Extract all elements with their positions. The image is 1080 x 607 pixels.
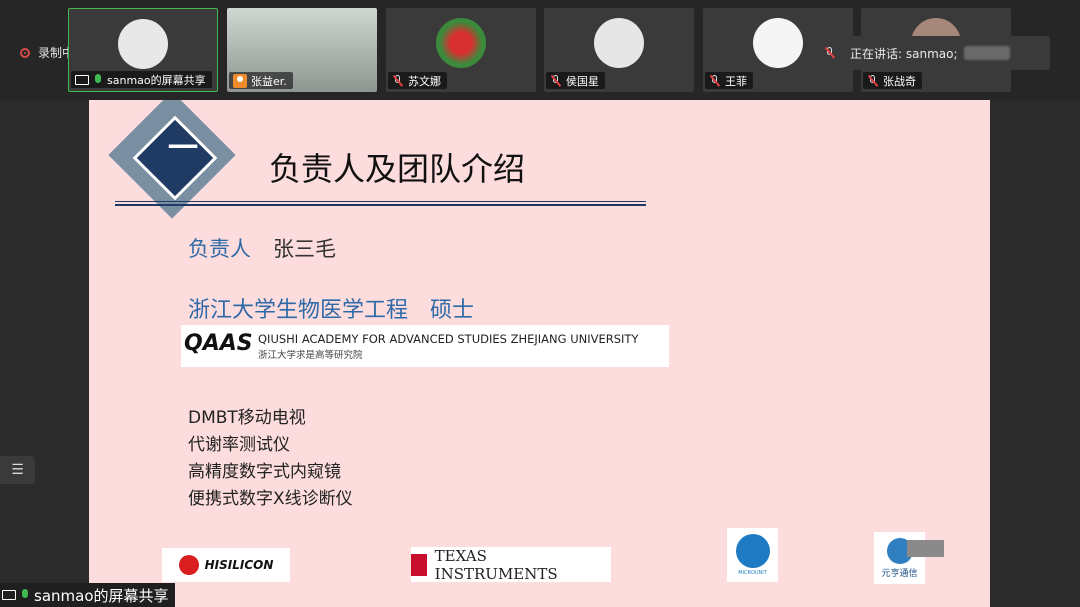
slide-title: 负责人及团队介绍: [269, 150, 526, 188]
hisilicon-text: HISILICON: [204, 558, 274, 572]
section-number: 一: [168, 131, 198, 166]
title-divider-thick: [115, 204, 646, 206]
university-line: 浙江大学生物医学工程 硕士: [188, 298, 475, 323]
person-icon: [233, 73, 247, 88]
mic-muted-icon: [867, 74, 879, 87]
participant-name: 王菲: [725, 74, 747, 88]
shared-slide: 一 负责人及团队介绍 负责人 张三毛 浙江大学生物医学工程 硕士 QAAS QIU…: [89, 100, 990, 607]
redacted-name: [963, 46, 1010, 60]
mic-on-icon: [93, 73, 103, 86]
project-item: DMBT移动电视: [188, 408, 306, 428]
leader-label: 负责人: [188, 237, 251, 261]
ti-text: TEXAS INSTRUMENTS: [434, 546, 558, 583]
participant-label: 侯国星: [546, 72, 605, 89]
participant-label: 张益er.: [229, 72, 293, 89]
hisilicon-mark-icon: [178, 555, 199, 575]
yuanheng-text: 元亨通信: [881, 568, 918, 579]
ti-mark-icon: [411, 553, 427, 576]
microunit-mark-icon: [735, 534, 770, 568]
leader-name: 张三毛: [273, 237, 336, 261]
list-icon[interactable]: ☰: [0, 456, 35, 484]
title-divider: [115, 201, 646, 202]
speaking-indicator: 正在讲话: sanmao;: [812, 36, 1050, 70]
project-item: 高精度数字式内窥镜: [188, 462, 341, 482]
participant-label: 王菲: [705, 72, 753, 89]
mic-muted-icon: [550, 74, 562, 87]
mic-on-icon: [20, 589, 30, 601]
screen-share-icon: [75, 74, 89, 85]
participant-label: 苏文娜: [388, 72, 447, 89]
microunit-logo: MICROUNIT: [727, 528, 778, 582]
recording-indicator[interactable]: 录制中: [20, 44, 74, 61]
mic-muted-icon: [392, 74, 404, 87]
speaking-label: 正在讲话: sanmao;: [850, 46, 958, 61]
participant-name: 苏文娜: [408, 74, 441, 88]
redaction-block: [907, 540, 944, 557]
leader-line: 负责人 张三毛: [188, 233, 336, 263]
participant-tile-houguoxing[interactable]: 侯国星: [544, 8, 694, 92]
project-item: 便携式数字X线诊断仪: [188, 489, 353, 509]
qaas-banner: QAAS QIUSHI ACADEMY FOR ADVANCED STUDIES…: [181, 325, 669, 367]
share-status-label: sanmao的屏幕共享: [0, 583, 175, 607]
participant-name: 张益er.: [251, 74, 287, 88]
participant-name: sanmao的屏幕共享: [107, 73, 206, 87]
project-item: 代谢率测试仪: [188, 435, 290, 455]
texas-instruments-logo: TEXAS INSTRUMENTS: [411, 546, 611, 583]
avatar: [436, 18, 486, 68]
participant-name: 张战奇: [883, 74, 916, 88]
participant-tile-suwenna[interactable]: 苏文娜: [386, 8, 536, 92]
participant-bar: 录制中 sanmao的屏幕共享 张益er. 苏文娜 侯国星 王菲 张战奇 正在讲…: [0, 0, 1080, 100]
microunit-text: MICROUNIT: [738, 570, 767, 576]
mic-muted-icon: [709, 74, 721, 87]
hisilicon-logo: HISILICON: [162, 548, 290, 582]
qaas-logo: QAAS: [184, 331, 253, 356]
participant-tile-sanmao[interactable]: sanmao的屏幕共享: [68, 8, 218, 92]
share-status-text: sanmao的屏幕共享: [34, 586, 169, 605]
participant-tile-zhangyi[interactable]: 张益er.: [227, 8, 377, 92]
participant-label: 张战奇: [863, 72, 922, 89]
screen-share-icon: [2, 590, 16, 600]
project-list: DMBT移动电视 代谢率测试仪 高精度数字式内窥镜 便携式数字X线诊断仪: [188, 405, 353, 513]
avatar: [594, 18, 644, 68]
record-icon: [20, 47, 30, 58]
qaas-english-name: QIUSHI ACADEMY FOR ADVANCED STUDIES ZHEJ…: [258, 332, 639, 346]
qaas-chinese-name: 浙江大学求是高等研究院: [258, 350, 363, 361]
participant-name: 侯国星: [566, 74, 599, 88]
avatar: [753, 18, 803, 68]
avatar: [118, 19, 168, 69]
mic-muted-icon: [824, 47, 836, 59]
participant-label: sanmao的屏幕共享: [71, 71, 212, 88]
